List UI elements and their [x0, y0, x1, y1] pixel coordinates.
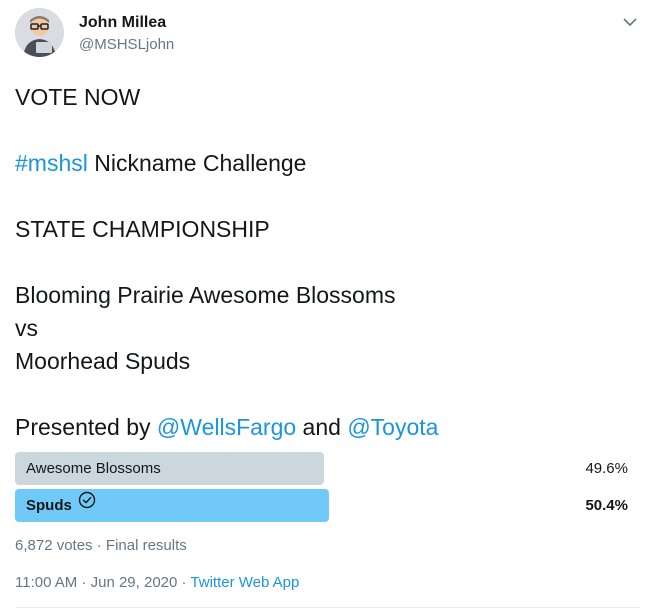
poll-option-label: Awesome Blossoms: [26, 460, 161, 477]
poll-option-spuds[interactable]: Spuds 50.4%: [15, 489, 628, 522]
tweet-line-challenge: #mshsl Nickname Challenge: [15, 147, 640, 180]
poll-option-label: Spuds: [26, 489, 96, 522]
presented-by-text: Presented by: [15, 414, 157, 440]
poll-option-percent: 50.4%: [585, 497, 628, 514]
tweet-menu-button[interactable]: [622, 14, 638, 30]
poll-option-text: Spuds: [26, 497, 72, 514]
avatar-image: [15, 8, 64, 57]
poll-status: Final results: [105, 537, 187, 554]
separator: ·: [177, 574, 191, 591]
poll-summary: 6,872 votes · Final results: [15, 536, 187, 556]
poll-option-percent: 49.6%: [585, 460, 628, 477]
tweet-timestamp: 11:00 AM · Jun 29, 2020 · Twitter Web Ap…: [15, 573, 299, 593]
tweet-source-link[interactable]: Twitter Web App: [190, 574, 299, 591]
poll-option-awesome-blossoms[interactable]: Awesome Blossoms 49.6%: [15, 452, 628, 485]
tweet-card: John Millea @MSHSLjohn VOTE NOW #mshsl N…: [0, 0, 655, 613]
author-handle[interactable]: @MSHSLjohn: [79, 35, 174, 55]
tweet-time: 11:00 AM: [15, 574, 78, 591]
tweet-line-vote-now: VOTE NOW: [15, 84, 141, 110]
tweet-line-presented: Presented by @WellsFargo and @Toyota: [15, 411, 640, 444]
check-circle-icon: [78, 488, 96, 521]
poll: Awesome Blossoms 49.6% Spuds 50.4%: [15, 452, 628, 526]
chevron-down-icon: [623, 18, 637, 26]
and-text: and: [296, 414, 348, 440]
tweet-line-team-1: Blooming Prairie Awesome Blossoms: [15, 282, 396, 308]
poll-vote-count: 6,872 votes: [15, 537, 93, 554]
tweet-text: VOTE NOW #mshsl Nickname Challenge STATE…: [15, 81, 640, 444]
tweet-time-link[interactable]: 11:00 AM · Jun 29, 2020: [15, 574, 177, 591]
author-name[interactable]: John Millea: [79, 13, 166, 33]
mention-wellsfargo-link[interactable]: @WellsFargo: [157, 414, 296, 440]
tweet-line-championship: STATE CHAMPIONSHIP: [15, 216, 270, 242]
separator: ·: [77, 574, 91, 591]
tweet-line-team-2: Moorhead Spuds: [15, 348, 191, 374]
tweet-date: Jun 29, 2020: [90, 574, 178, 591]
challenge-text: Nickname Challenge: [87, 150, 307, 176]
separator: ·: [92, 537, 106, 554]
hashtag-link[interactable]: #mshsl: [15, 150, 88, 176]
divider: [15, 607, 640, 608]
mention-toyota-link[interactable]: @Toyota: [347, 414, 438, 440]
tweet-line-vs: vs: [15, 315, 38, 341]
avatar[interactable]: [15, 8, 64, 57]
